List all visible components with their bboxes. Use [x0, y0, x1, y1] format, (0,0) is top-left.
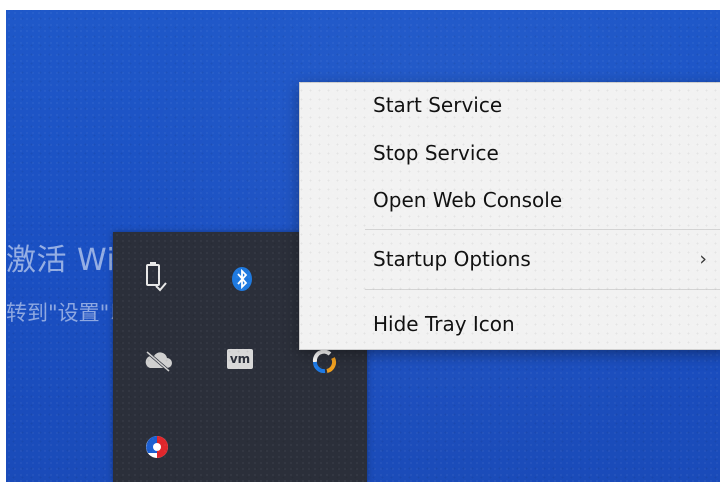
menu-item-label: Startup Options	[373, 247, 531, 271]
chevron-right-icon: ›	[699, 248, 707, 270]
menu-item-label: Hide Tray Icon	[373, 312, 515, 336]
menu-separator	[365, 229, 720, 230]
menu-separator	[365, 289, 720, 290]
menu-item-label: Start Service	[373, 93, 503, 117]
menu-item-hide-tray-icon[interactable]: Hide Tray Icon	[300, 306, 720, 342]
menu-item-start-service[interactable]: Start Service	[300, 87, 720, 123]
desktop-background[interactable]: 激活 Windows 转到"设置"以激活 Windows。	[6, 10, 720, 482]
usb-eject-icon[interactable]	[137, 260, 171, 294]
vmware-icon[interactable]: vm	[223, 342, 257, 376]
tray-context-menu: Start Service Stop Service Open Web Cons…	[299, 82, 720, 350]
menu-item-open-web-console[interactable]: Open Web Console	[300, 182, 720, 218]
menu-item-label: Stop Service	[373, 141, 499, 165]
bluetooth-icon[interactable]	[225, 262, 259, 296]
vpn-shield-icon[interactable]	[140, 430, 174, 464]
vmware-icon-label: vm	[229, 352, 251, 366]
menu-item-startup-options[interactable]: Startup Options ›	[300, 241, 720, 277]
menu-item-label: Open Web Console	[373, 188, 563, 212]
menu-item-stop-service[interactable]: Stop Service	[300, 135, 720, 171]
cloud-offline-icon[interactable]	[141, 344, 175, 378]
